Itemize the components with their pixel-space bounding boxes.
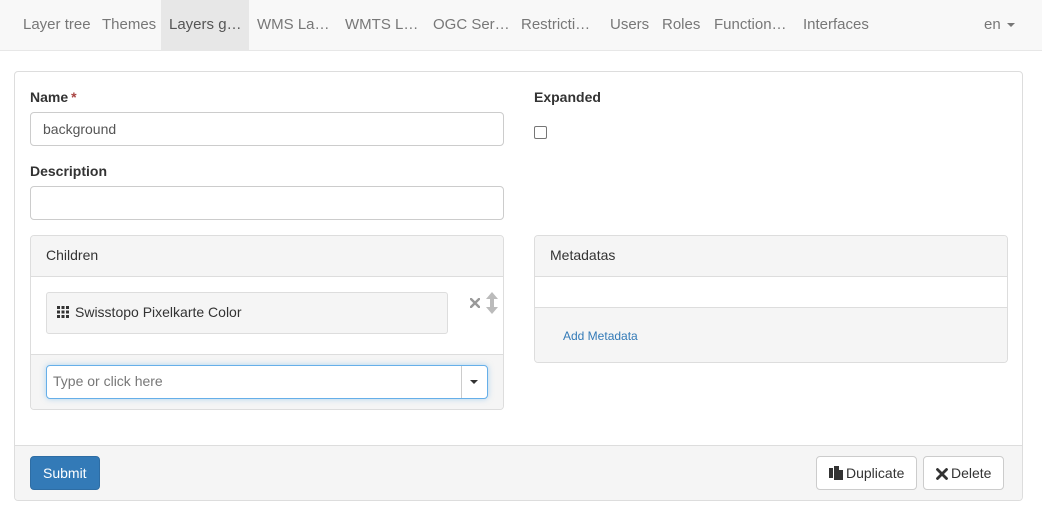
description-input[interactable] xyxy=(30,186,504,220)
language-dropdown[interactable]: en xyxy=(984,0,1015,50)
grid-icon xyxy=(57,306,69,318)
close-icon xyxy=(936,468,948,480)
duplicate-button[interactable]: Duplicate xyxy=(816,456,918,490)
tab-roles[interactable]: Roles xyxy=(662,0,700,50)
language-label: en xyxy=(984,16,1001,33)
tab-themes[interactable]: Themes xyxy=(102,0,156,50)
tab-wms-layers[interactable]: WMS La… xyxy=(257,0,330,50)
select-placeholder: Type or click here xyxy=(53,373,163,389)
required-marker: * xyxy=(71,89,77,105)
tab-functionalities[interactable]: Function… xyxy=(714,0,787,50)
select-toggle[interactable] xyxy=(461,366,487,398)
child-item-label: Swisstopo Pixelkarte Color xyxy=(75,304,242,320)
duplicate-label: Duplicate xyxy=(846,465,905,481)
tab-interfaces[interactable]: Interfaces xyxy=(803,0,869,50)
delete-button[interactable]: Delete xyxy=(923,456,1005,490)
edit-form-panel: Name* Expanded Description Children Swis… xyxy=(14,71,1023,501)
copy-icon xyxy=(829,466,843,480)
metadatas-footer: Add Metadata xyxy=(535,308,1007,362)
tab-restrictions[interactable]: Restricti… xyxy=(521,0,590,50)
children-footer: Type or click here xyxy=(31,354,503,409)
move-vertical-icon[interactable] xyxy=(486,292,498,314)
children-select[interactable]: Type or click here xyxy=(46,365,488,399)
add-metadata-link[interactable]: Add Metadata xyxy=(563,329,638,343)
form-footer: Submit Duplicate Delete xyxy=(15,445,1022,500)
tab-users[interactable]: Users xyxy=(610,0,649,50)
chevron-down-icon xyxy=(470,380,478,384)
close-icon[interactable] xyxy=(470,298,480,308)
chevron-down-icon xyxy=(1006,23,1015,28)
children-heading: Children xyxy=(31,236,503,277)
tab-ogc-servers[interactable]: OGC Ser… xyxy=(433,0,510,50)
tab-wmts-layers[interactable]: WMTS L… xyxy=(345,0,418,50)
name-label-text: Name xyxy=(30,89,69,105)
description-label: Description xyxy=(30,163,108,179)
tab-layers-groups[interactable]: Layers g… xyxy=(161,0,249,50)
top-navbar: Layer tree Themes Layers g… WMS La… WMTS… xyxy=(0,0,1042,51)
metadatas-heading: Metadatas xyxy=(535,236,1007,277)
child-item[interactable]: Swisstopo Pixelkarte Color xyxy=(46,292,448,334)
metadatas-panel: Metadatas Add Metadata xyxy=(534,235,1008,363)
name-input[interactable] xyxy=(30,112,504,146)
children-panel: Children Swisstopo Pixelkarte Color Type… xyxy=(30,235,504,410)
metadatas-list xyxy=(535,277,1007,308)
submit-button[interactable]: Submit xyxy=(30,456,100,490)
tab-layer-tree[interactable]: Layer tree xyxy=(23,0,91,50)
expanded-label: Expanded xyxy=(534,89,601,105)
name-label: Name * xyxy=(30,89,77,105)
delete-label: Delete xyxy=(951,465,992,481)
expanded-checkbox[interactable] xyxy=(534,126,547,139)
